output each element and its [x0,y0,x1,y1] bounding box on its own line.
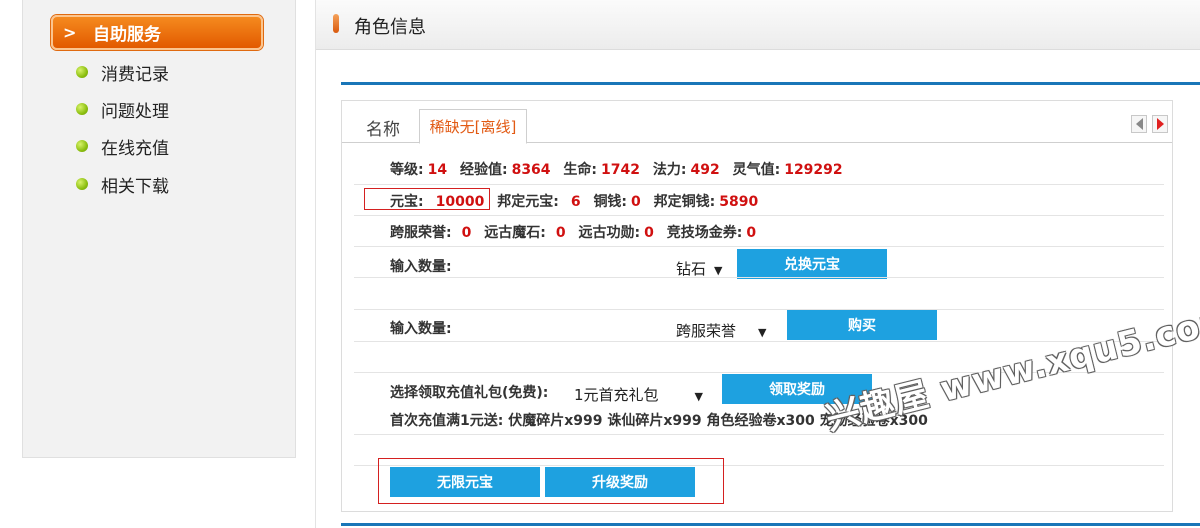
stats-row-1: 等级: 14 经验值: 8364 生命: 1742 法力: 492 灵气值: 129292 [390,159,1200,179]
ancient-stone-value: 0 [555,225,566,241]
currency-select-value: 钻石 [676,260,707,278]
bound-yuanbao-label: 邦定元宝: [497,194,559,210]
cross-honor-label: 跨服荣誉: [390,225,452,241]
arena-coupon-value: 0 [746,225,757,241]
sidebar-item-consumption-records[interactable]: 消费记录 [76,60,169,85]
exp-label: 经验值: [459,162,508,178]
row-divider [354,215,1164,216]
green-dot-icon [76,66,88,78]
exchange-yuanbao-button[interactable]: 兑换元宝 [737,249,887,279]
sidebar-item-label: 在线充值 [101,138,169,159]
mp-value: 492 [690,162,720,178]
row-divider [354,434,1164,435]
divider-top [341,82,1200,85]
row-divider [354,184,1164,185]
header-marker-icon [333,14,339,33]
green-dot-icon [76,178,88,190]
ancient-merit-value: 0 [644,225,654,241]
bound-copper-value: 5890 [719,194,759,210]
caret-down-icon: ▼ [714,264,723,277]
purchase-button[interactable]: 购买 [787,310,937,340]
yuanbao-label: 元宝: [390,194,424,210]
tab-bar: 名称 稀缺无[离线] [342,101,1172,144]
mp-label: 法力: [652,162,687,178]
gift-note: 首次充值满1元送: 伏魔碎片x999 诛仙碎片x999 角色经验卷x300 宠物… [390,413,928,429]
stats-row-3: 跨服荣誉: 0 远古魔石: 0 远古功勋: 0 竞技场金券: 0 [390,222,1200,242]
name-label: 名称 [366,120,400,140]
yuanbao-value: 10000 [435,194,485,210]
purchase-select[interactable]: 跨服荣誉 ▼ [676,320,766,341]
aura-label: 灵气值: [732,162,781,178]
aura-value: 129292 [784,162,843,178]
copper-value: 0 [631,194,641,210]
row-divider [354,309,1164,310]
row-divider [354,277,1164,278]
row-divider [354,246,1164,247]
level-value: 14 [427,162,448,178]
cross-honor-value: 0 [461,225,472,241]
main-panel: 角色信息 名称 稀缺无[离线] 等级: 14 经验值: 8364 生命: 1742 法… [315,0,1200,528]
sidebar-item-label: 相关下载 [101,176,169,197]
arena-coupon-label: 竞技场金券: [666,225,743,241]
bound-yuanbao-value: 6 [570,194,581,210]
sidebar-item-label: 自助服务 [93,25,161,45]
green-dot-icon [76,140,88,152]
divider-bottom [341,523,1200,526]
hp-value: 1742 [601,162,640,178]
arrow-left-icon [1135,118,1143,130]
ancient-merit-label: 远古功勋: [578,225,641,241]
caret-down-icon: ▼ [758,326,767,339]
green-dot-icon [76,103,88,115]
sidebar-item-label: 问题处理 [101,101,169,122]
copper-label: 铜钱: [593,194,628,210]
gift-select-value: 1元首充礼包 [574,386,659,404]
currency-select[interactable]: 钻石 ▼ [676,258,722,279]
page-title: 角色信息 [354,17,426,38]
purchase-select-value: 跨服荣誉 [676,322,737,340]
caret-down-icon: ▼ [694,390,704,403]
upgrade-reward-button[interactable]: 升级奖励 [545,467,695,497]
sidebar-item-label: 消费记录 [101,64,169,85]
stats-row-2: 元宝: 10000 邦定元宝: 6 铜钱: 0 邦定铜钱: 5890 [390,191,1200,211]
sidebar-item-online-recharge[interactable]: 在线充值 [76,134,169,159]
hp-label: 生命: [563,162,598,178]
panel-header: 角色信息 [316,0,1200,50]
bound-copper-label: 邦定铜钱: [653,194,716,210]
tab-prev-button[interactable] [1131,115,1147,133]
sidebar-item-self-service[interactable]: > 自助服务 [51,15,263,50]
unlimited-yuanbao-button[interactable]: 无限元宝 [390,467,540,497]
level-label: 等级: [390,162,424,178]
sidebar-item-downloads[interactable]: 相关下载 [76,172,169,197]
tab-next-button[interactable] [1152,115,1168,133]
exp-value: 8364 [511,162,551,178]
tab-character[interactable]: 稀缺无[离线] [419,109,527,144]
sidebar-item-issue-handling[interactable]: 问题处理 [76,97,169,122]
arrow-right-icon [1156,118,1164,130]
ancient-stone-label: 远古魔石: [484,225,546,241]
character-info-panel: 名称 稀缺无[离线] 等级: 14 经验值: 8364 生命: 1742 法力: 492… [341,100,1173,512]
gift-select[interactable]: 1元首充礼包 ▼ [574,384,703,405]
chevron-right-icon: > [63,23,77,42]
